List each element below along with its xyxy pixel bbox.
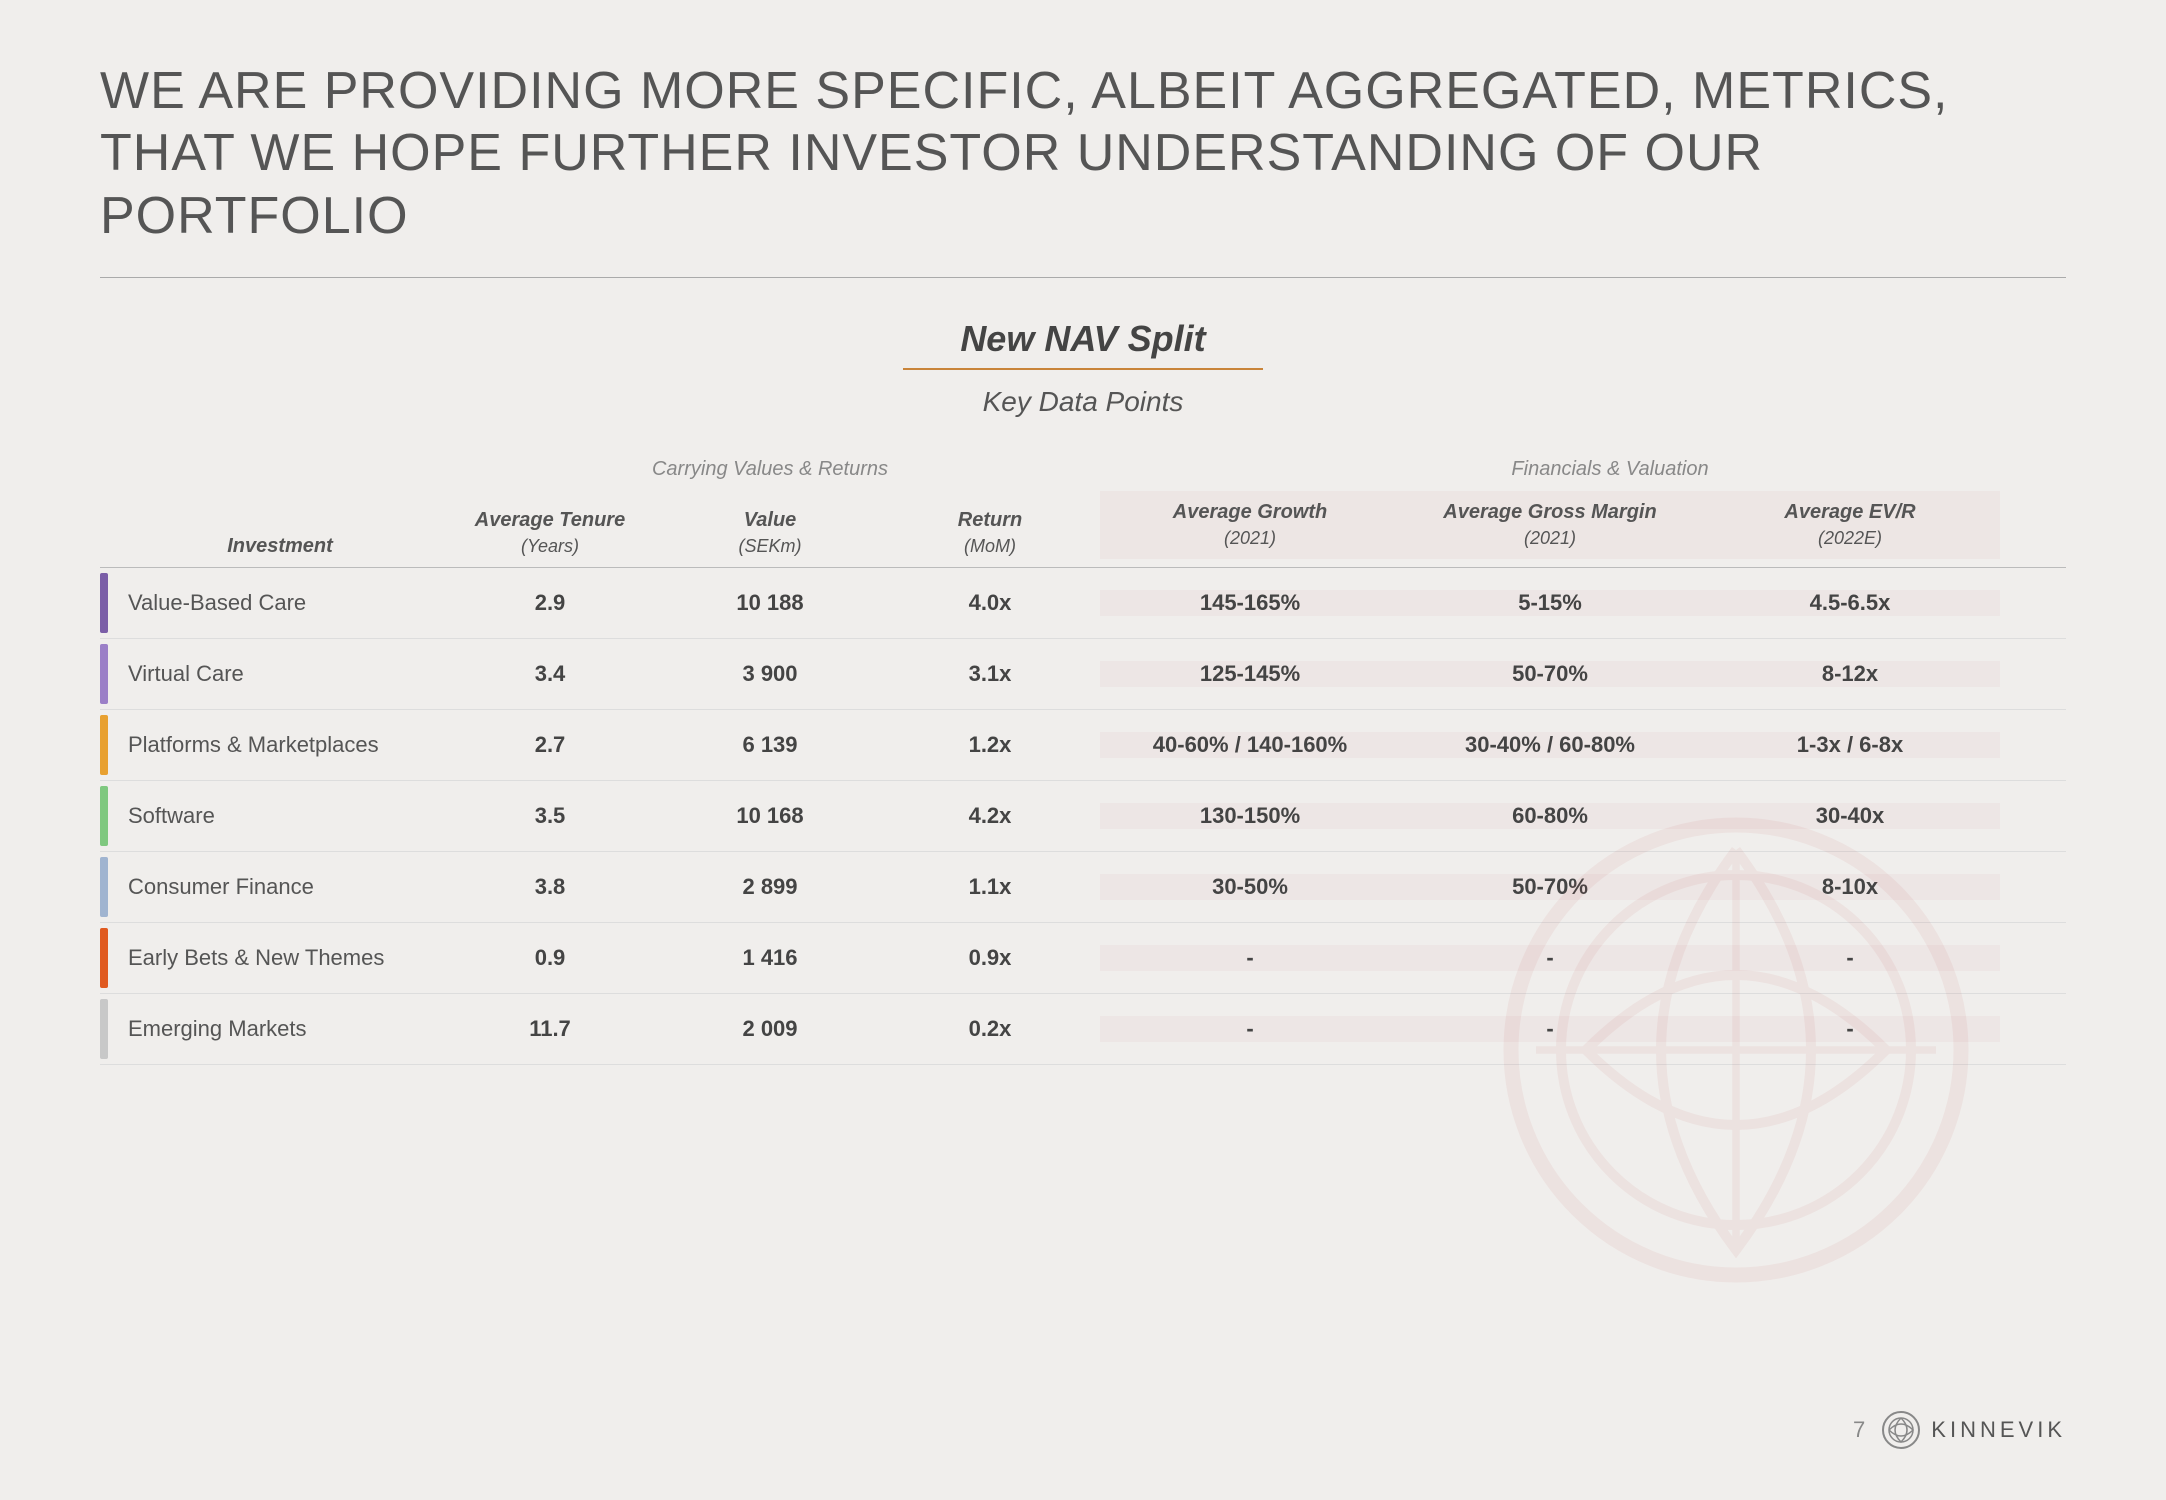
col-headers: Investment Average Tenure (Years) Value … (100, 491, 2066, 568)
page-number: 7 (1853, 1417, 1865, 1443)
cell-evr: 4.5-6.5x (1700, 590, 2000, 616)
row-name: Software (100, 803, 440, 829)
row-name: Platforms & Marketplaces (100, 732, 440, 758)
carrying-section-header: Carrying Values & Returns (440, 458, 1100, 481)
cell-tenure: 3.5 (440, 803, 660, 829)
cell-return: 1.1x (880, 874, 1100, 900)
cell-return: 3.1x (880, 661, 1100, 687)
cell-value: 6 139 (660, 732, 880, 758)
cell-evr: 1-3x / 6-8x (1700, 732, 2000, 758)
row-name: Early Bets & New Themes (100, 945, 440, 971)
cell-margin: 30-40% / 60-80% (1400, 732, 1700, 758)
row-indicator (100, 928, 108, 988)
cell-growth: 40-60% / 140-160% (1100, 732, 1400, 758)
row-indicator (100, 786, 108, 846)
page: WE ARE PROVIDING MORE SPECIFIC, ALBEIT A… (0, 0, 2166, 1500)
cell-return: 0.9x (880, 945, 1100, 971)
cell-tenure: 2.7 (440, 732, 660, 758)
row-name: Virtual Care (100, 661, 440, 687)
row-name: Consumer Finance (100, 874, 440, 900)
cell-value: 3 900 (660, 661, 880, 687)
cell-growth: - (1100, 1016, 1400, 1042)
cell-tenure: 11.7 (440, 1016, 660, 1042)
row-name: Value-Based Care (100, 590, 440, 616)
cell-return: 1.2x (880, 732, 1100, 758)
nav-split-title: New NAV Split (100, 318, 2066, 360)
cell-return: 4.0x (880, 590, 1100, 616)
table-row: Platforms & Marketplaces 2.7 6 139 1.2x … (100, 710, 2066, 781)
table-row: Value-Based Care 2.9 10 188 4.0x 145-165… (100, 568, 2066, 639)
section-headers: Carrying Values & Returns Financials & V… (440, 458, 2066, 481)
nav-split-underline (903, 368, 1263, 370)
key-data-title: Key Data Points (100, 386, 2066, 418)
col-header-tenure: Average Tenure (Years) (440, 507, 660, 559)
col-header-margin: Average Gross Margin (2021) (1400, 491, 1700, 559)
cell-margin: 5-15% (1400, 590, 1700, 616)
kinnevik-icon (1881, 1410, 1921, 1450)
row-indicator (100, 644, 108, 704)
table-row: Virtual Care 3.4 3 900 3.1x 125-145% 50-… (100, 639, 2066, 710)
watermark (1486, 800, 1986, 1300)
cell-tenure: 2.9 (440, 590, 660, 616)
title-section: WE ARE PROVIDING MORE SPECIFIC, ALBEIT A… (100, 60, 2066, 278)
cell-evr: 8-12x (1700, 661, 2000, 687)
brand-name: KINNEVIK (1931, 1417, 2066, 1443)
cell-growth: 130-150% (1100, 803, 1400, 829)
row-name: Emerging Markets (100, 1016, 440, 1042)
title-divider (100, 277, 2066, 278)
row-indicator (100, 999, 108, 1059)
cell-value: 10 168 (660, 803, 880, 829)
financials-section-header: Financials & Valuation (1160, 458, 2060, 481)
cell-value: 2 009 (660, 1016, 880, 1042)
cell-return: 0.2x (880, 1016, 1100, 1042)
cell-tenure: 3.4 (440, 661, 660, 687)
cell-value: 10 188 (660, 590, 880, 616)
col-header-growth: Average Growth (2021) (1100, 491, 1400, 559)
cell-tenure: 3.8 (440, 874, 660, 900)
main-title: WE ARE PROVIDING MORE SPECIFIC, ALBEIT A… (100, 60, 2066, 247)
row-indicator (100, 573, 108, 633)
cell-value: 2 899 (660, 874, 880, 900)
col-header-value: Value (SEKm) (660, 507, 880, 559)
cell-growth: - (1100, 945, 1400, 971)
row-indicator (100, 715, 108, 775)
footer: 7 KINNEVIK (1853, 1410, 2066, 1450)
cell-growth: 30-50% (1100, 874, 1400, 900)
cell-return: 4.2x (880, 803, 1100, 829)
cell-margin: 50-70% (1400, 661, 1700, 687)
brand-logo: KINNEVIK (1881, 1410, 2066, 1450)
col-header-return: Return (MoM) (880, 507, 1100, 559)
row-indicator (100, 857, 108, 917)
cell-tenure: 0.9 (440, 945, 660, 971)
subtitle-section: New NAV Split Key Data Points (100, 318, 2066, 418)
cell-growth: 125-145% (1100, 661, 1400, 687)
cell-value: 1 416 (660, 945, 880, 971)
col-header-evr: Average EV/R (2022E) (1700, 491, 2000, 559)
col-header-investment: Investment (100, 533, 440, 559)
cell-growth: 145-165% (1100, 590, 1400, 616)
